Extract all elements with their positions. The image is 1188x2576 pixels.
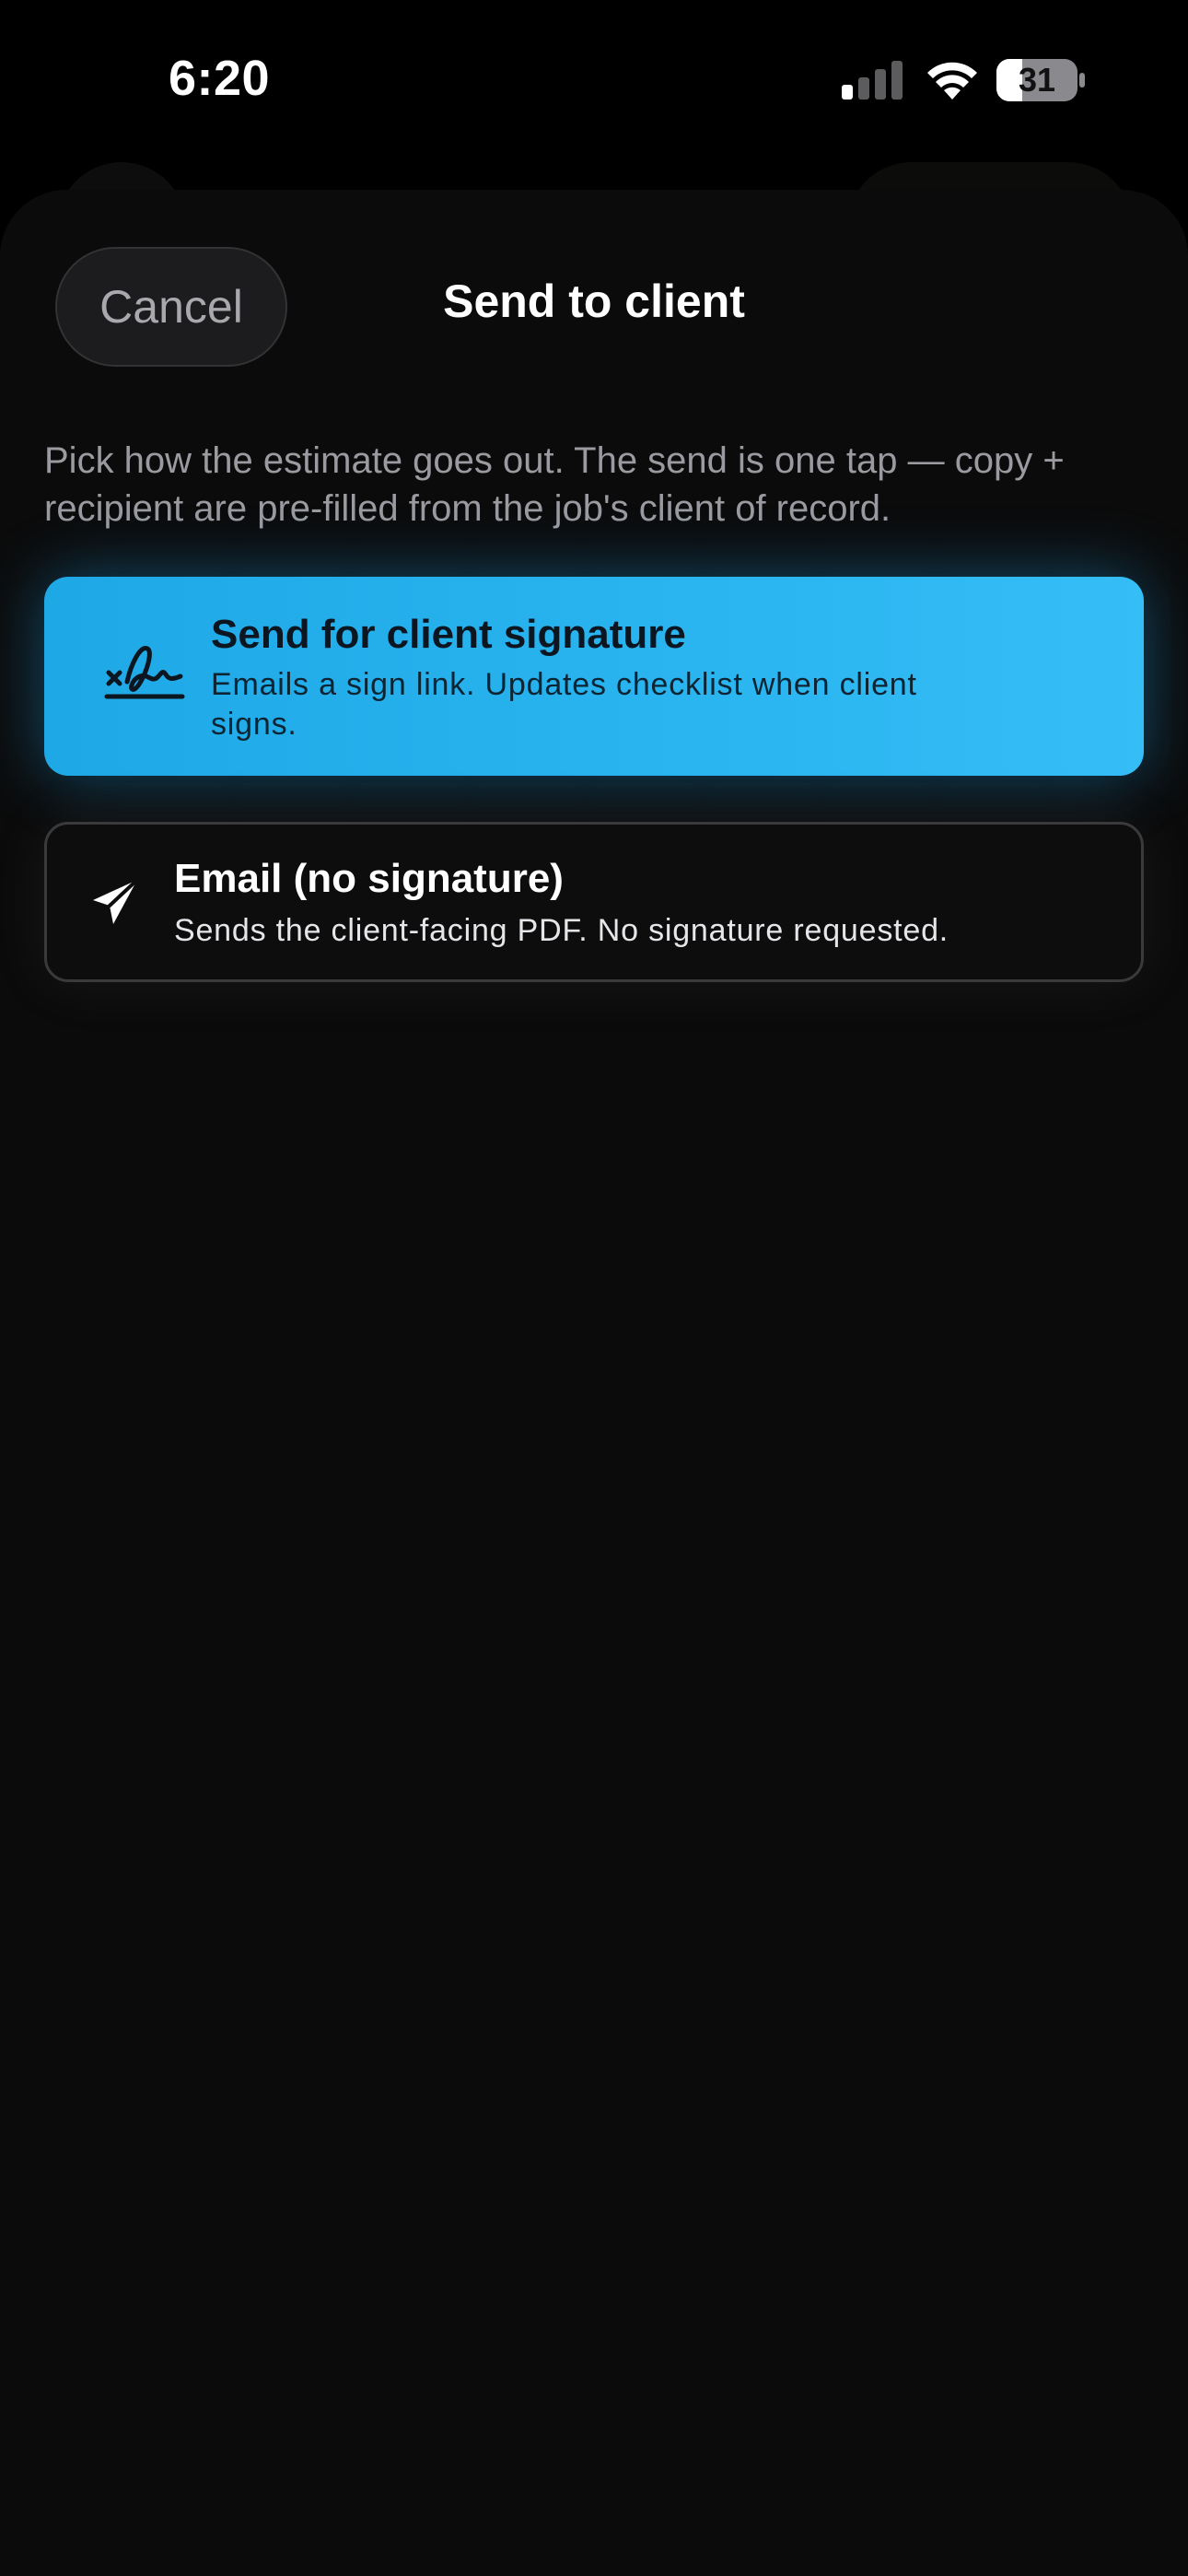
send-to-client-sheet: Cancel Send to client Pick how the estim…: [0, 190, 1188, 2576]
sheet-description: Pick how the estimate goes out. The send…: [44, 440, 1065, 529]
send-for-signature-option[interactable]: Send for client signature Emails a sign …: [44, 577, 1144, 776]
option-title: Email (no signature): [174, 856, 564, 901]
status-time: 6:20: [169, 51, 271, 106]
option-title: Send for client signature: [211, 612, 686, 657]
signature-icon: [104, 646, 185, 699]
screen: 6:20 31 Cancel Send to client Pick how t…: [0, 0, 1188, 2576]
battery-level: 31: [1018, 61, 1056, 99]
option-description: Sends the client-facing PDF. No signatur…: [174, 913, 949, 948]
sheet-title: Send to client: [443, 275, 745, 327]
paper-plane-icon: [93, 878, 139, 924]
option-description: Emails a sign link. Updates checklist wh…: [211, 667, 917, 742]
cellular-signal-icon: [842, 61, 903, 100]
wifi-icon: [927, 62, 977, 100]
email-no-signature-option[interactable]: Email (no signature) Sends the client-fa…: [44, 822, 1144, 982]
status-bar: 6:20 31: [0, 0, 1188, 157]
